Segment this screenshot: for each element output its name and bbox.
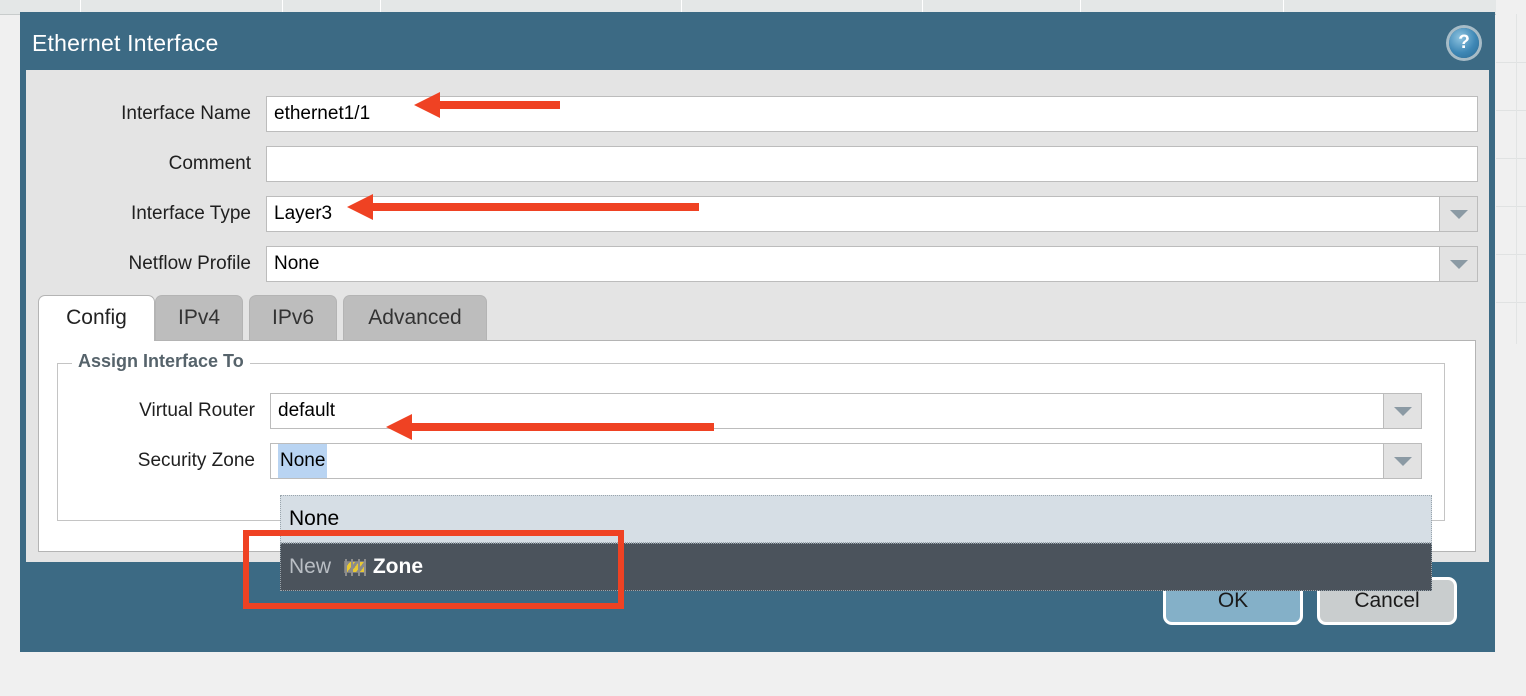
comment-input[interactable] [266, 146, 1478, 182]
form-row-comment: Comment [26, 146, 1478, 182]
interface-name-input[interactable]: ethernet1/1 [266, 96, 1478, 132]
chevron-down-icon[interactable] [1383, 444, 1421, 478]
field-label-interface-type: Interface Type [130, 203, 251, 224]
form-row-netflow-profile: Netflow Profile None [26, 246, 1478, 282]
field-label-comment: Comment [168, 153, 251, 174]
field-label-interface-name: Interface Name [121, 103, 251, 124]
background-row-divider [1496, 158, 1526, 159]
virtual-router-select[interactable]: default [270, 393, 1422, 429]
field-label-virtual-router: Virtual Router [139, 400, 255, 421]
interface-type-value: Layer3 [274, 203, 333, 224]
group-title: Assign Interface To [72, 351, 250, 372]
zone-barrier-icon [342, 557, 368, 577]
tab-config[interactable]: Config [38, 295, 155, 341]
form-row-virtual-router: Virtual Router default [58, 393, 1428, 429]
virtual-router-value: default [278, 400, 336, 421]
field-label-netflow-profile: Netflow Profile [128, 253, 252, 274]
chevron-down-icon[interactable] [1439, 197, 1477, 231]
chevron-down-icon[interactable] [1383, 394, 1421, 428]
security-zone-value: None [278, 444, 328, 478]
background-row-divider [1496, 62, 1526, 63]
form-row-interface-name: Interface Name ethernet1/1 [26, 96, 1478, 132]
dropdown-item-new-label: New [289, 555, 332, 578]
tab-ipv4[interactable]: IPv4 [155, 295, 243, 341]
background-table-body [1496, 0, 1526, 696]
form-row-interface-type: Interface Type Layer3 [26, 196, 1478, 232]
background-column-separator [1516, 14, 1517, 344]
help-circle-icon[interactable]: ? [1449, 28, 1479, 58]
screen: Ethernet Interface ? Interface Name ethe… [0, 0, 1526, 696]
background-row-divider [1496, 206, 1526, 207]
background-row-divider [1496, 302, 1526, 303]
dialog-body: Interface Name ethernet1/1 Comment Inter… [26, 70, 1489, 562]
dropdown-item-zone-label: Zone [372, 555, 424, 578]
field-label-security-zone: Security Zone [137, 450, 255, 471]
interface-type-select[interactable]: Layer3 [266, 196, 1478, 232]
dropdown-item-new-zone[interactable]: New Zone [280, 543, 1432, 591]
form-row-security-zone: Security Zone None [58, 443, 1428, 479]
security-zone-select[interactable]: None [270, 443, 1422, 479]
tab-advanced[interactable]: Advanced [343, 295, 487, 341]
chevron-down-icon[interactable] [1439, 247, 1477, 281]
tab-ipv6[interactable]: IPv6 [249, 295, 337, 341]
background-row-divider [1496, 254, 1526, 255]
dialog-title: Ethernet Interface [32, 30, 219, 56]
dropdown-item-none[interactable]: None [280, 495, 1432, 543]
netflow-profile-select[interactable]: None [266, 246, 1478, 282]
background-row-divider [1496, 110, 1526, 111]
netflow-profile-value: None [274, 253, 320, 274]
security-zone-dropdown-list: None New Zone [280, 495, 1432, 591]
